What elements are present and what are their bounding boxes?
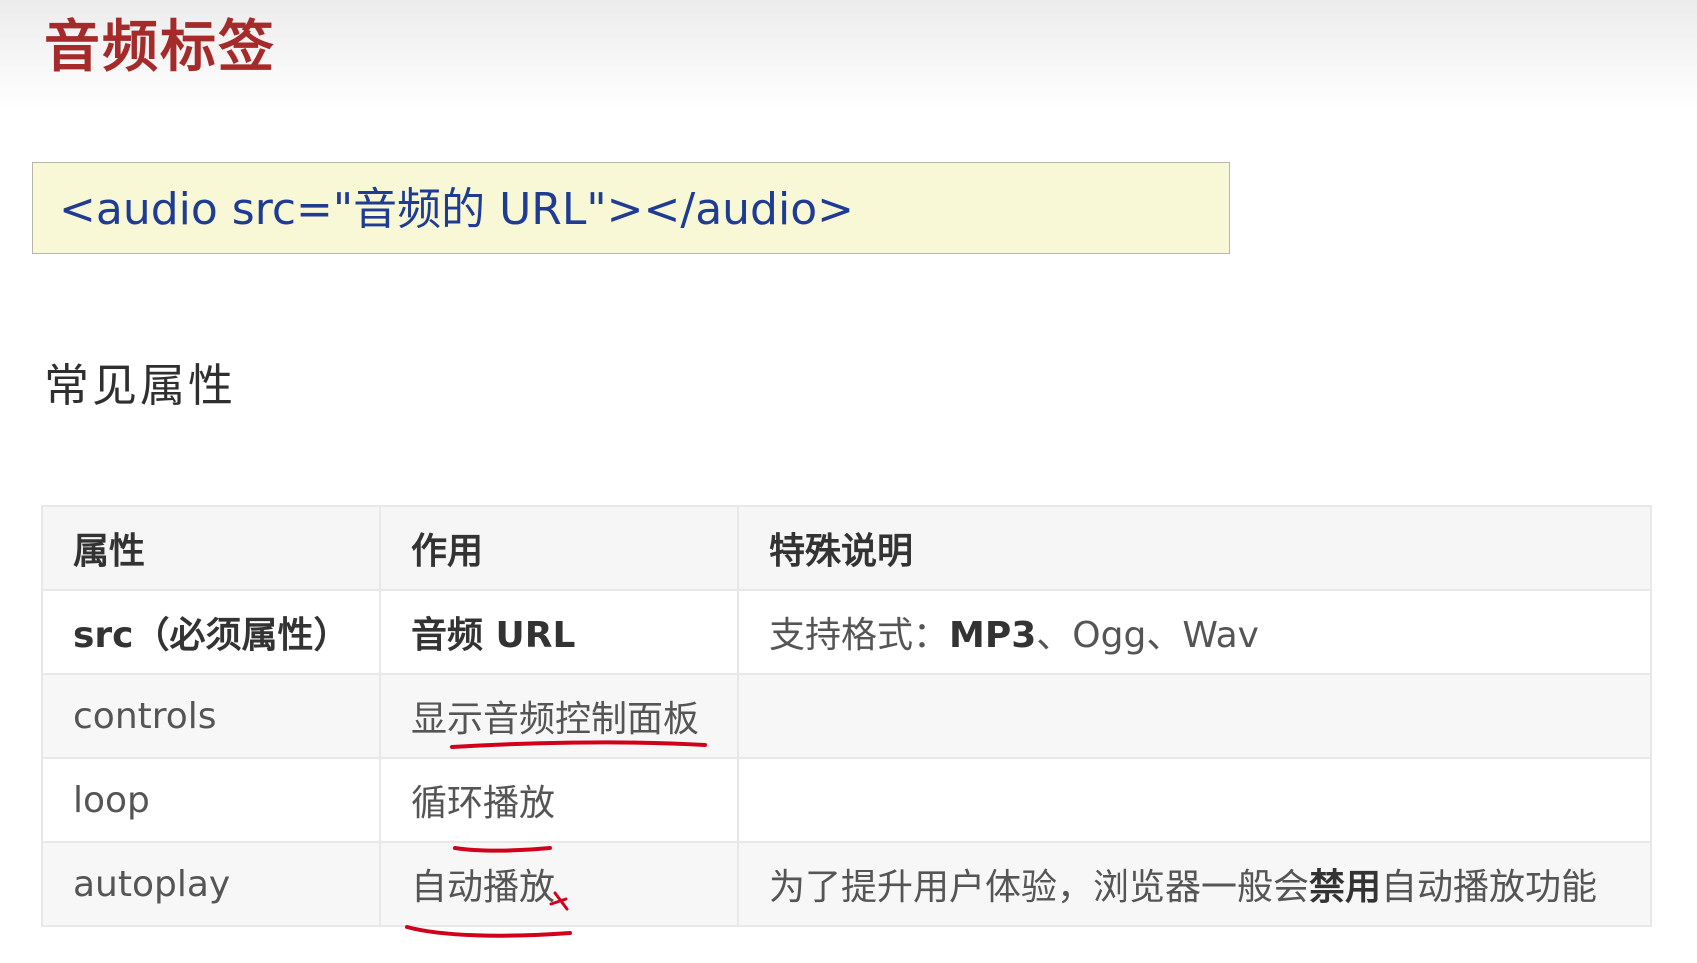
- cell-notes: [737, 757, 1652, 843]
- cell-notes: 支持格式：MP3、Ogg、Wav: [737, 589, 1652, 675]
- note-bold: MP3: [949, 615, 1037, 656]
- cell-notes: 为了提升用户体验，浏览器一般会禁用自动播放功能: [737, 841, 1652, 927]
- cell-attribute: autoplay: [41, 841, 381, 927]
- cell-purpose: 循环播放: [379, 757, 739, 843]
- note-bold: 禁用: [1309, 867, 1382, 908]
- table-header-row: 属性 作用 特殊说明: [41, 505, 1652, 591]
- note-text: 自动播放功能: [1381, 867, 1598, 908]
- cell-attribute: controls: [41, 673, 381, 759]
- section-heading: 常见属性: [44, 359, 237, 412]
- cell-attribute: loop: [41, 757, 381, 843]
- cell-attribute: src（必须属性）: [41, 589, 381, 675]
- code-snippet-box: <audio src="音频的 URL"></audio>: [32, 162, 1230, 254]
- code-snippet: <audio src="音频的 URL"></audio>: [59, 184, 854, 235]
- note-text: 支持格式：: [769, 615, 950, 656]
- table-row: loop 循环播放: [41, 757, 1652, 843]
- note-text: 为了提升用户体验，浏览器一般会: [769, 867, 1310, 908]
- note-text: 、Ogg、Wav: [1036, 615, 1259, 656]
- page-title: 音频标签: [44, 15, 276, 80]
- underline-autoplay-annotation: [405, 925, 572, 938]
- table-row: autoplay 自动播放 为了提升用户体验，浏览器一般会禁用自动播放功能: [41, 841, 1652, 927]
- cell-purpose: 显示音频控制面板: [379, 673, 739, 759]
- table-row: src（必须属性） 音频 URL 支持格式：MP3、Ogg、Wav: [41, 589, 1652, 675]
- header-purpose: 作用: [379, 505, 739, 591]
- cell-purpose: 自动播放: [379, 841, 739, 927]
- cell-purpose: 音频 URL: [379, 589, 739, 675]
- attributes-table: 属性 作用 特殊说明 src（必须属性） 音频 URL 支持格式：MP3、Ogg…: [41, 505, 1652, 927]
- cell-notes: [737, 673, 1652, 759]
- header-notes: 特殊说明: [737, 505, 1652, 591]
- header-attribute: 属性: [41, 505, 381, 591]
- table-row: controls 显示音频控制面板: [41, 673, 1652, 759]
